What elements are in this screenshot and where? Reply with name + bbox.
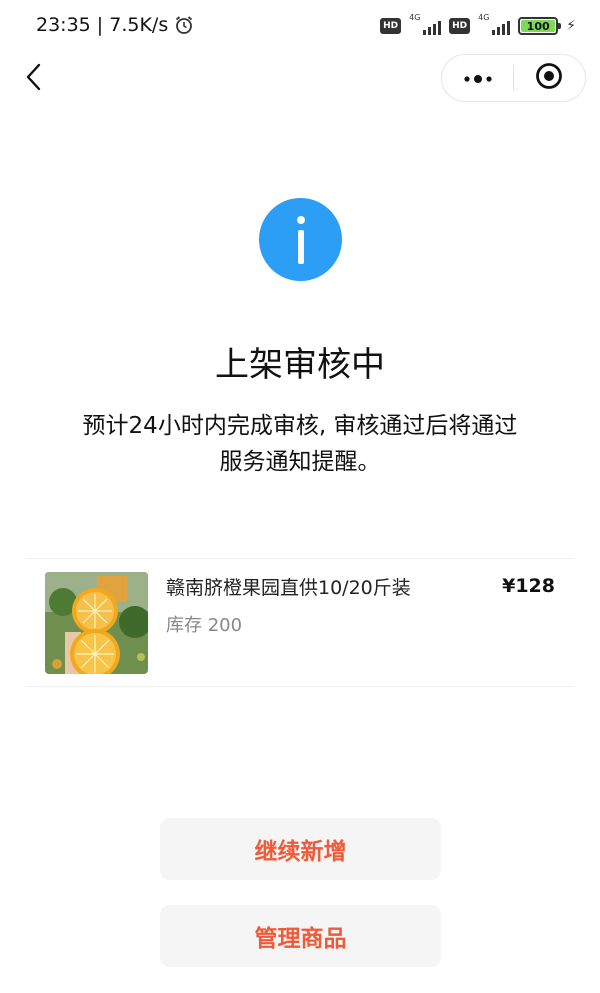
- time-and-speed: 23:35 | 7.5K/s: [36, 14, 169, 36]
- signal-icon: 4G: [409, 13, 442, 35]
- hd-icon-2: HD: [449, 18, 471, 34]
- more-button[interactable]: [442, 55, 513, 101]
- status-bar-left: 23:35 | 7.5K/s: [36, 14, 194, 36]
- continue-add-button[interactable]: 继续新增: [160, 818, 441, 880]
- network-type-label: 4G: [409, 13, 421, 22]
- hd-icon: HD: [380, 18, 402, 34]
- back-button[interactable]: [18, 60, 48, 98]
- network-type-label-2: 4G: [478, 13, 490, 22]
- manage-products-button[interactable]: 管理商品: [160, 905, 441, 967]
- battery-level: 100: [526, 19, 550, 33]
- nav-bar: [0, 52, 600, 106]
- status-description-line-2: 服务通知提醒。: [219, 449, 381, 475]
- status-bar-right: HD 4G HD 4G 100 ⚡: [380, 13, 576, 38]
- close-mini-program-button[interactable]: [514, 55, 585, 101]
- status-description-line-1: 预计24小时内完成审核, 审核通过后将通过: [82, 413, 518, 439]
- review-status-page: 23:35 | 7.5K/s HD 4G HD 4G 100 ⚡ 上架审核中 预…: [0, 0, 600, 993]
- info-icon: [259, 198, 342, 281]
- more-dots-icon: [462, 69, 494, 88]
- alarm-clock-icon: [174, 15, 194, 35]
- mini-program-capsule: [441, 54, 586, 102]
- product-stock: 库存 200: [166, 615, 243, 636]
- product-card[interactable]: 赣南脐橙果园直供10/20斤装 库存 200 ¥128: [26, 558, 574, 687]
- product-image: [45, 572, 148, 674]
- page-title: 上架审核中: [215, 345, 385, 385]
- status-description: 预计24小时内完成审核, 审核通过后将通过 服务通知提醒。: [55, 408, 545, 480]
- battery-icon: 100: [518, 17, 562, 35]
- signal-icon-2: 4G: [478, 13, 511, 35]
- product-price: ¥128: [502, 575, 555, 597]
- charging-bolt-icon: ⚡: [566, 18, 576, 34]
- chevron-left-icon: [24, 62, 42, 96]
- product-name: 赣南脐橙果园直供10/20斤装: [166, 577, 411, 599]
- target-circle-icon: [535, 62, 563, 94]
- status-bar: 23:35 | 7.5K/s HD 4G HD 4G 100 ⚡: [0, 0, 600, 52]
